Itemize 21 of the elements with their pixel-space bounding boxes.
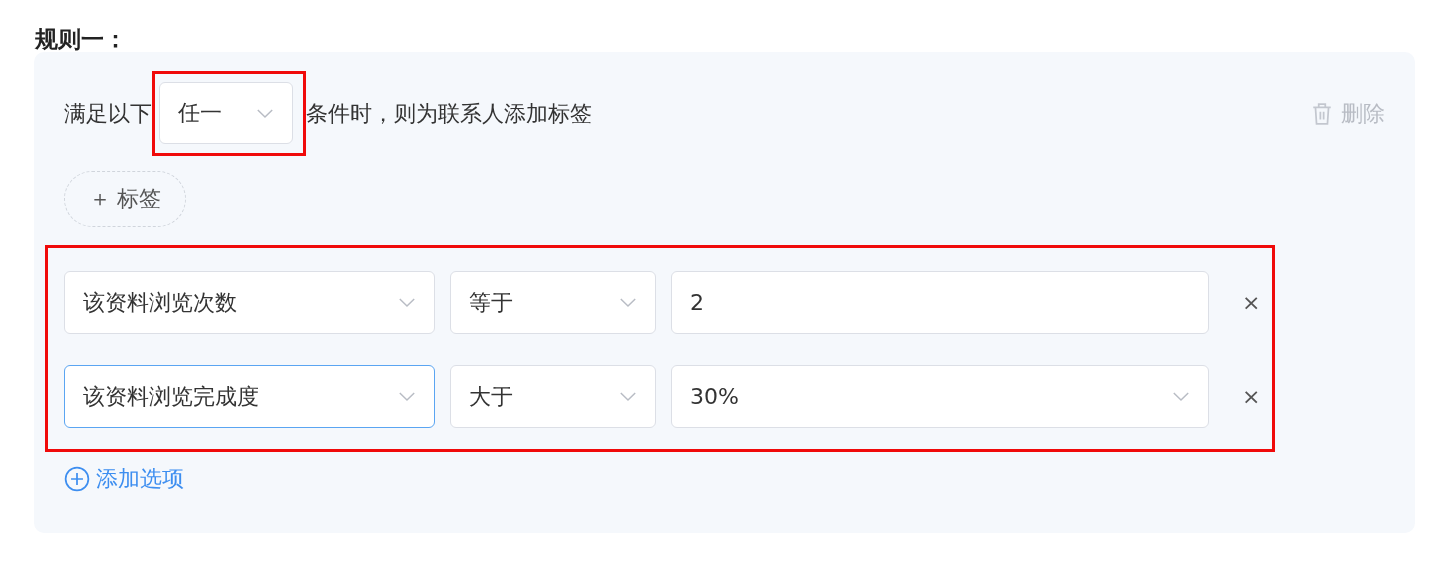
caret-icon: [1172, 391, 1190, 402]
match-mode-select[interactable]: 任一: [159, 82, 293, 144]
caret-icon: [619, 391, 637, 402]
caret-icon: [256, 107, 274, 119]
remove-button[interactable]: ×: [1232, 384, 1271, 409]
caret-icon: [619, 297, 637, 308]
operator-select[interactable]: 大于: [450, 365, 656, 428]
plus-circle-icon: [64, 466, 90, 492]
trash-icon: [1311, 101, 1333, 126]
caret-icon: [398, 297, 416, 308]
operator-select[interactable]: 等于: [450, 271, 656, 334]
remove-button[interactable]: ×: [1232, 290, 1271, 315]
caret-icon: [398, 391, 416, 402]
condition-text: 条件时，则为联系人添加标签: [306, 99, 592, 128]
value-select[interactable]: 30%: [671, 365, 1209, 428]
section-title: 规则一：: [34, 25, 128, 52]
value-field[interactable]: 2: [671, 271, 1209, 334]
condition-text: 满足以下: [64, 99, 152, 128]
field-select[interactable]: 该资料浏览次数: [64, 271, 435, 334]
field-select[interactable]: 该资料浏览完成度: [64, 365, 435, 428]
add-tag-button[interactable]: ＋ 标签: [64, 171, 186, 227]
